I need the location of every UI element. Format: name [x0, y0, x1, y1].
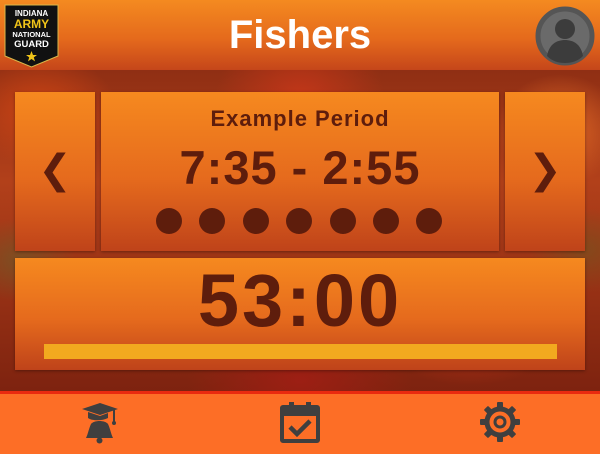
period-dot [199, 208, 226, 234]
chevron-right-icon: ❯ [528, 148, 562, 192]
svg-text:ARMY: ARMY [14, 17, 49, 31]
progress-bar-fill [44, 344, 557, 359]
user-avatar-icon[interactable] [535, 6, 595, 66]
period-dot [286, 208, 313, 234]
army-national-guard-logo: INDIANA ARMY NATIONAL GUARD [4, 4, 59, 68]
progress-bar [44, 344, 557, 359]
schedule-nav-button[interactable] [278, 400, 322, 444]
settings-nav-button[interactable] [478, 400, 522, 444]
svg-text:NATIONAL: NATIONAL [12, 30, 51, 39]
period-dot [329, 208, 356, 234]
graduation-bell-icon [82, 403, 118, 444]
period-dot [416, 208, 443, 234]
period-dot [242, 208, 269, 234]
gear-icon [480, 402, 520, 442]
svg-text:GUARD: GUARD [14, 39, 49, 50]
period-dots [156, 208, 446, 234]
period-dot [373, 208, 399, 234]
classes-nav-button[interactable] [78, 400, 122, 444]
school-title: Fishers [228, 13, 372, 57]
header: INDIANA ARMY NATIONAL GUARD Fishers [0, 0, 600, 70]
period-dot [156, 208, 182, 234]
countdown-timer: 53:00 [197, 259, 403, 342]
calendar-check-icon [280, 402, 320, 443]
next-period-button[interactable]: ❯ [505, 92, 585, 251]
